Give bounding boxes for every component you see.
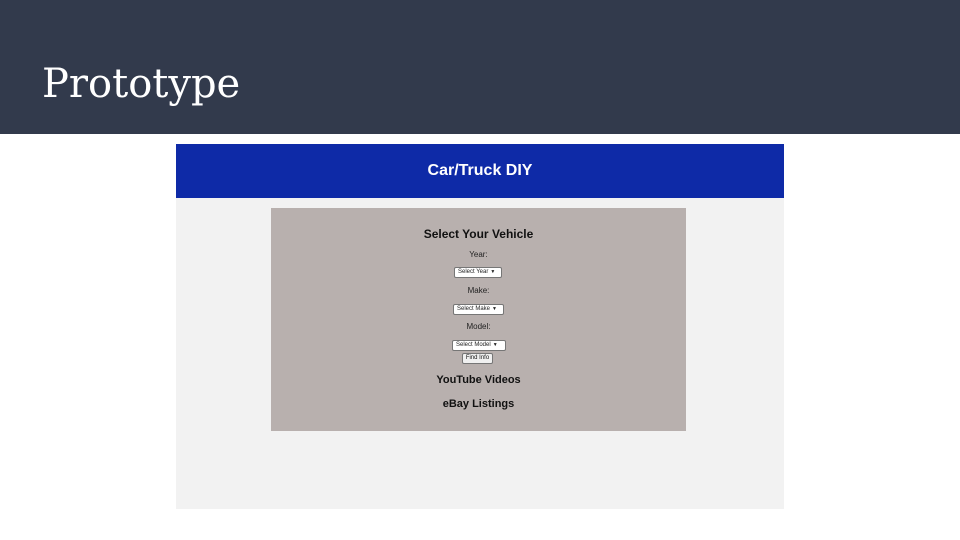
make-select-value: Select Make [457,306,491,312]
model-select-value: Select Model [456,342,491,348]
make-select[interactable]: Select Make ▼ [453,304,504,315]
year-select-value: Select Year [458,269,489,275]
find-info-button[interactable]: Find Info [462,353,493,364]
chevron-down-icon: ▼ [492,342,498,348]
chevron-down-icon: ▼ [492,306,497,312]
youtube-videos-heading: YouTube Videos [436,374,521,386]
slide-header: Prototype [0,0,960,134]
site-title: Car/Truck DIY [427,162,533,179]
slide-title: Prototype [42,61,241,107]
model-label: Model: [466,322,491,331]
year-select[interactable]: Select Year ▼ [454,267,502,278]
site-header: Car/Truck DIY [176,144,784,198]
prototype-mockup: Car/Truck DIY Select Your Vehicle Year: … [176,144,784,509]
vehicle-panel: Select Your Vehicle Year: Select Year ▼ … [271,208,686,431]
ebay-listings-heading: eBay Listings [442,398,515,410]
chevron-down-icon: ▼ [490,269,496,275]
year-label: Year: [469,250,488,259]
model-select[interactable]: Select Model ▼ [452,340,506,351]
make-label: Make: [467,286,490,295]
panel-heading: Select Your Vehicle [423,227,534,241]
